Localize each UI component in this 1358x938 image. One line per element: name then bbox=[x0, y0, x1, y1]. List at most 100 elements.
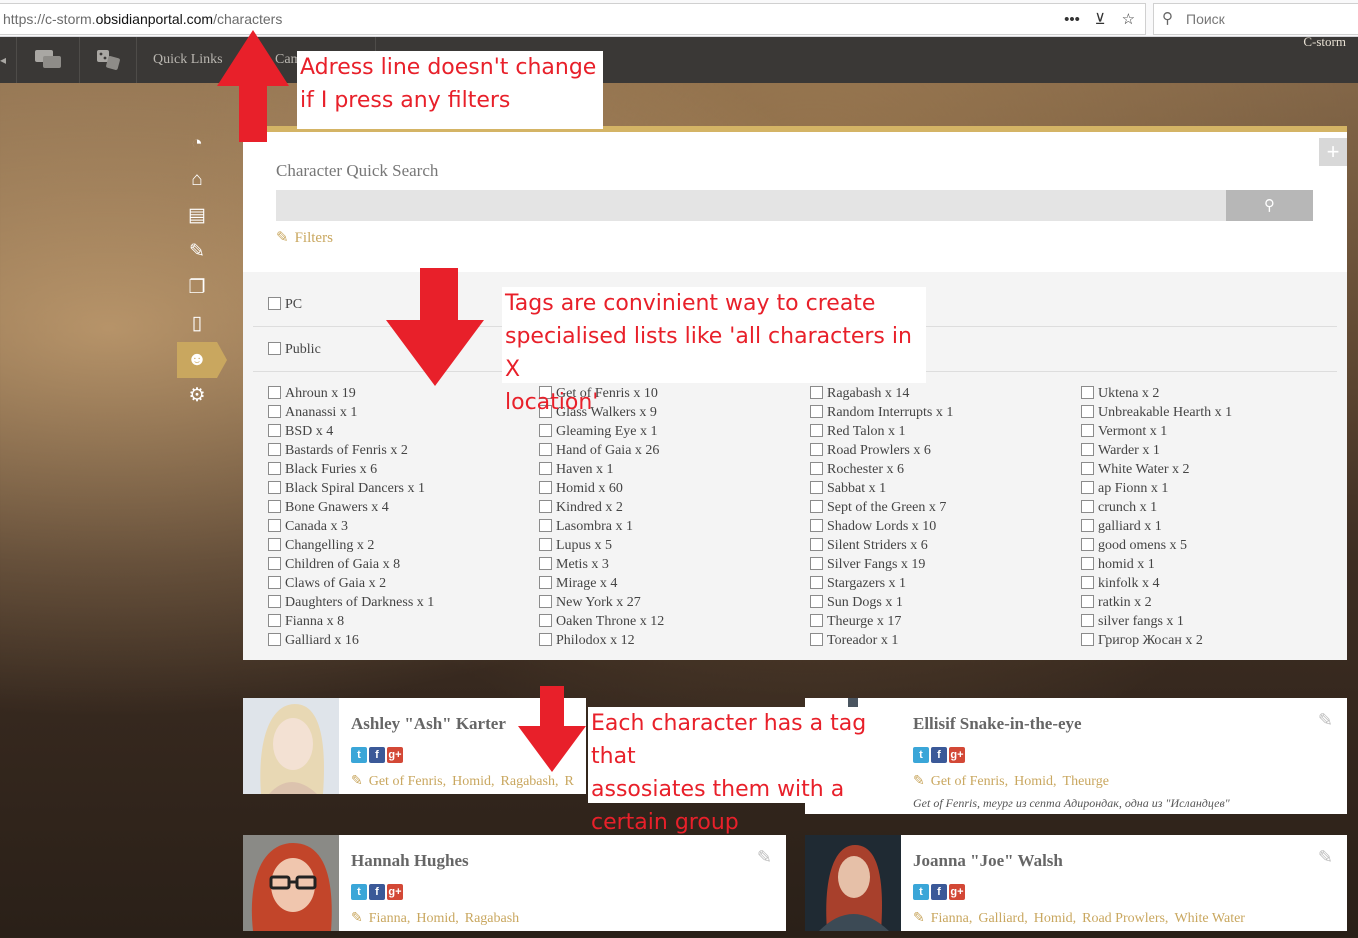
character-name[interactable]: Ashley "Ash" Karter bbox=[351, 714, 506, 734]
checkbox[interactable] bbox=[539, 557, 552, 570]
google-plus-icon[interactable]: g+ bbox=[949, 747, 965, 763]
tag-link[interactable]: Road Prowlers, bbox=[1082, 911, 1168, 926]
checkbox[interactable] bbox=[268, 424, 281, 437]
characters-icon[interactable]: ☻ bbox=[177, 342, 227, 378]
tag-filter-item[interactable]: Rochester x 6 bbox=[810, 462, 1075, 481]
tag-filter-item[interactable]: Ahroun x 19 bbox=[268, 386, 533, 405]
tag-filter-item[interactable]: Daughters of Darkness x 1 bbox=[268, 595, 533, 614]
checkbox[interactable] bbox=[539, 614, 552, 627]
tag-link[interactable]: Fianna, bbox=[369, 911, 411, 926]
checkbox[interactable] bbox=[1081, 462, 1094, 475]
forum-icon[interactable]: ▤ bbox=[177, 198, 217, 234]
tag-filter-item[interactable]: Kindred x 2 bbox=[539, 500, 804, 519]
filters-toggle[interactable]: ✎ Filters bbox=[276, 228, 333, 247]
checkbox[interactable] bbox=[268, 576, 281, 589]
address-bar[interactable]: https://c-storm.obsidianportal.com/chara… bbox=[0, 3, 1146, 35]
tag-filter-item[interactable]: Theurge x 17 bbox=[810, 614, 1075, 633]
tag-filter-item[interactable]: Lupus x 5 bbox=[539, 538, 804, 557]
checkbox[interactable] bbox=[1081, 443, 1094, 456]
tag-link[interactable]: Homid, bbox=[1034, 911, 1076, 926]
twitter-icon[interactable]: t bbox=[913, 884, 929, 900]
character-name[interactable]: Hannah Hughes bbox=[351, 851, 469, 871]
checkbox[interactable] bbox=[1081, 614, 1094, 627]
character-search-input[interactable] bbox=[276, 190, 1226, 221]
tag-filter-item[interactable]: Григор Жосан x 2 bbox=[1081, 633, 1346, 652]
checkbox[interactable] bbox=[1081, 633, 1094, 646]
tag-filter-item[interactable]: Shadow Lords x 10 bbox=[810, 519, 1075, 538]
checkbox[interactable] bbox=[268, 462, 281, 475]
pocket-icon[interactable]: ⊻ bbox=[1088, 10, 1112, 28]
wiki-pages-icon[interactable]: ❐ bbox=[177, 270, 217, 306]
checkbox[interactable] bbox=[810, 519, 823, 532]
google-plus-icon[interactable]: g+ bbox=[387, 747, 403, 763]
checkbox[interactable] bbox=[1081, 481, 1094, 494]
checkbox[interactable] bbox=[539, 500, 552, 513]
checkbox[interactable] bbox=[810, 538, 823, 551]
checkbox[interactable] bbox=[810, 424, 823, 437]
tag-filter-item[interactable]: Oaken Throne x 12 bbox=[539, 614, 804, 633]
tag-link[interactable]: Homid, bbox=[452, 774, 494, 789]
settings-gears-icon[interactable]: ⚙ bbox=[177, 378, 217, 414]
checkbox[interactable] bbox=[539, 462, 552, 475]
tag-filter-item[interactable]: Silent Striders x 6 bbox=[810, 538, 1075, 557]
tag-filter-item[interactable]: Red Talon x 1 bbox=[810, 424, 1075, 443]
tag-filter-item[interactable]: Toreador x 1 bbox=[810, 633, 1075, 652]
filter-pc[interactable]: PC bbox=[268, 297, 302, 313]
tag-filter-item[interactable]: Black Furies x 6 bbox=[268, 462, 533, 481]
home-icon[interactable]: ⌂ bbox=[177, 162, 217, 198]
tag-filter-item[interactable]: Ananassi x 1 bbox=[268, 405, 533, 424]
tag-link[interactable]: Ragabash, bbox=[501, 774, 559, 789]
checkbox[interactable] bbox=[539, 595, 552, 608]
tag-filter-item[interactable]: ap Fionn x 1 bbox=[1081, 481, 1346, 500]
tag-link[interactable]: Homid, bbox=[1014, 774, 1056, 789]
tag-link[interactable]: Get of Fenris, bbox=[369, 774, 446, 789]
wiki-icon[interactable]: ▯ bbox=[177, 306, 217, 342]
star-icon[interactable]: ☆ bbox=[1116, 10, 1140, 28]
checkbox[interactable] bbox=[268, 481, 281, 494]
checkbox[interactable] bbox=[810, 462, 823, 475]
adventure-log-icon[interactable]: ✎ bbox=[177, 234, 217, 270]
checkbox[interactable] bbox=[268, 405, 281, 418]
twitter-icon[interactable]: t bbox=[913, 747, 929, 763]
tag-filter-item[interactable]: Silver Fangs x 19 bbox=[810, 557, 1075, 576]
tag-filter-item[interactable]: Bone Gnawers x 4 bbox=[268, 500, 533, 519]
checkbox[interactable] bbox=[268, 443, 281, 456]
browser-search-box[interactable]: ⚲ Поиск bbox=[1153, 3, 1358, 35]
checkbox[interactable] bbox=[810, 595, 823, 608]
tag-filter-item[interactable]: Galliard x 16 bbox=[268, 633, 533, 652]
checkbox[interactable] bbox=[268, 633, 281, 646]
tag-filter-item[interactable]: homid x 1 bbox=[1081, 557, 1346, 576]
nav-messages-segment[interactable] bbox=[17, 37, 80, 83]
checkbox[interactable] bbox=[810, 481, 823, 494]
checkbox[interactable] bbox=[539, 633, 552, 646]
checkbox[interactable] bbox=[268, 342, 281, 355]
facebook-icon[interactable]: f bbox=[931, 884, 947, 900]
character-card-hannah[interactable]: Hannah Hughes ✎ t f g+ ✎ Fianna, Homid, Ragab… bbox=[243, 835, 786, 931]
checkbox[interactable] bbox=[1081, 500, 1094, 513]
checkbox[interactable] bbox=[268, 297, 281, 310]
tag-filter-item[interactable]: Philodox x 12 bbox=[539, 633, 804, 652]
tag-filter-item[interactable]: Gleaming Eye x 1 bbox=[539, 424, 804, 443]
checkbox[interactable] bbox=[1081, 519, 1094, 532]
edit-icon[interactable]: ✎ bbox=[1318, 710, 1333, 731]
tag-filter-item[interactable]: BSD x 4 bbox=[268, 424, 533, 443]
tag-filter-item[interactable]: Children of Gaia x 8 bbox=[268, 557, 533, 576]
tag-filter-item[interactable]: Fianna x 8 bbox=[268, 614, 533, 633]
checkbox[interactable] bbox=[539, 519, 552, 532]
search-button[interactable]: ⚲ bbox=[1226, 190, 1313, 221]
twitter-icon[interactable]: t bbox=[351, 747, 367, 763]
character-name[interactable]: Joanna "Joe" Walsh bbox=[913, 851, 1063, 871]
checkbox[interactable] bbox=[268, 595, 281, 608]
tag-filter-item[interactable]: Bastards of Fenris x 2 bbox=[268, 443, 533, 462]
tag-filter-item[interactable]: Stargazers x 1 bbox=[810, 576, 1075, 595]
tag-filter-item[interactable]: Unbreakable Hearth x 1 bbox=[1081, 405, 1346, 424]
edit-icon[interactable]: ✎ bbox=[757, 847, 772, 868]
nav-menu-segment[interactable]: ◂ bbox=[0, 37, 17, 83]
tag-link[interactable]: R bbox=[564, 774, 573, 789]
checkbox[interactable] bbox=[268, 557, 281, 570]
checkbox[interactable] bbox=[810, 614, 823, 627]
tag-filter-item[interactable]: Sabbat x 1 bbox=[810, 481, 1075, 500]
tag-filter-item[interactable]: Lasombra x 1 bbox=[539, 519, 804, 538]
facebook-icon[interactable]: f bbox=[369, 884, 385, 900]
checkbox[interactable] bbox=[539, 576, 552, 589]
